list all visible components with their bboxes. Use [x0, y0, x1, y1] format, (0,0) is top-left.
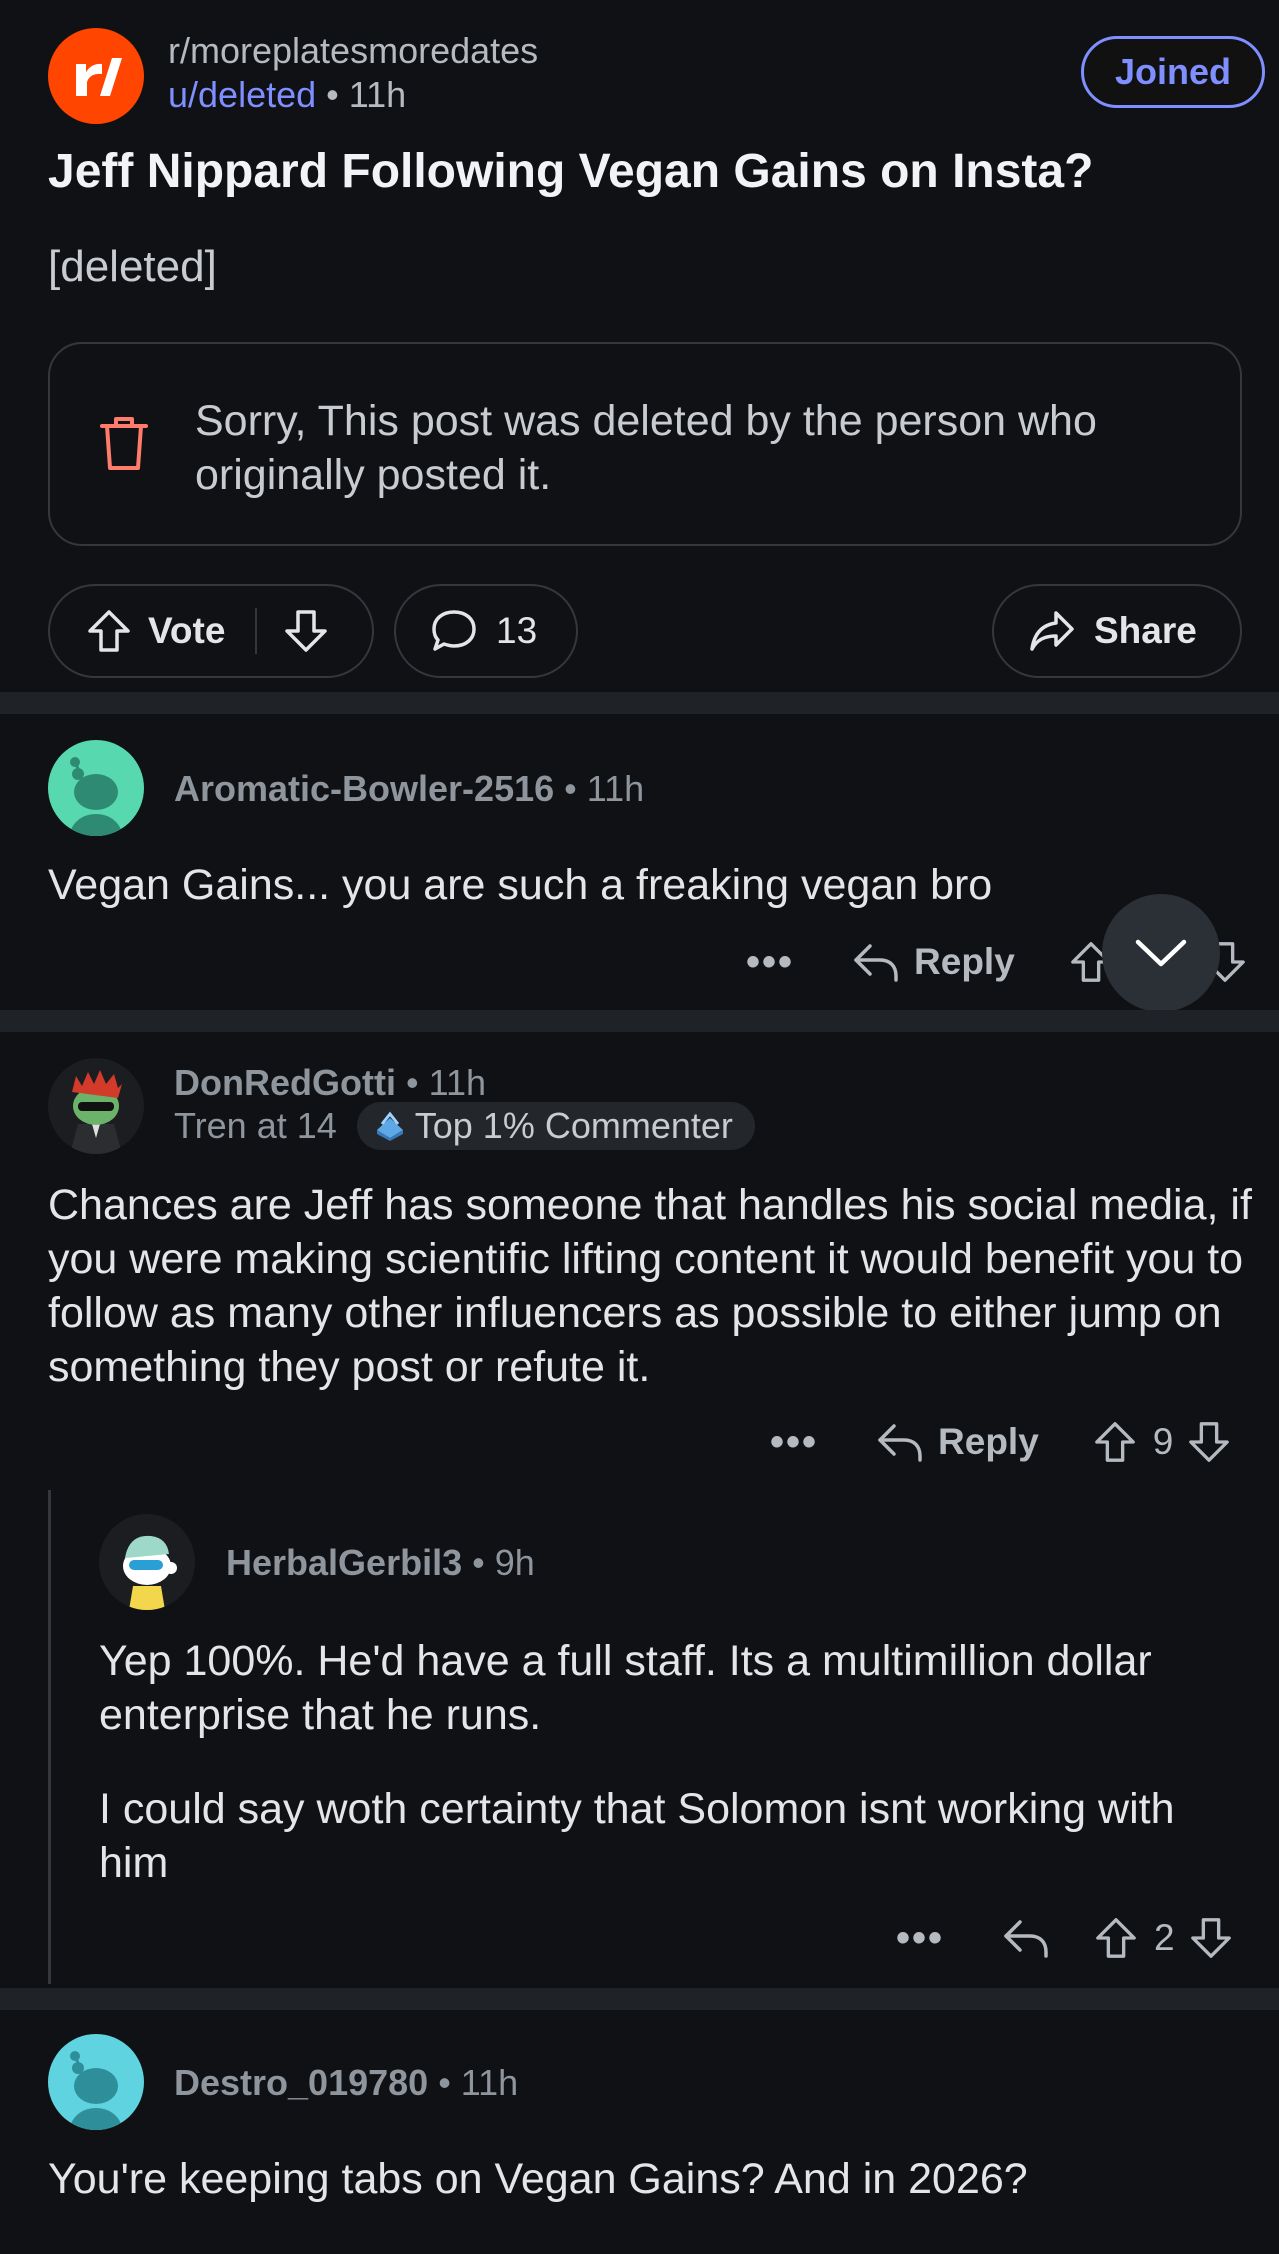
comment-body[interactable]: I could say woth certainty that Solomon …	[99, 1782, 1249, 1890]
comment-count: 13	[496, 610, 538, 651]
comment-time: • 11h	[564, 768, 645, 809]
comment-body[interactable]: Vegan Gains... you are such a freaking v…	[48, 858, 1238, 912]
upvote-icon	[1096, 1918, 1136, 1958]
share-label: Share	[1094, 610, 1197, 651]
reply-button[interactable]: Reply	[876, 1420, 1039, 1464]
reply-arrow-icon	[1004, 1920, 1048, 1958]
downvote-icon	[1190, 1918, 1231, 1958]
deleted-message: Sorry, This post was deleted by the pers…	[195, 397, 1097, 499]
avatar[interactable]	[48, 740, 144, 836]
downvote-icon[interactable]	[283, 608, 329, 654]
comment-time: • 11h	[405, 1062, 486, 1103]
reply-arrow-icon	[878, 1424, 922, 1462]
thread-line[interactable]	[48, 1490, 51, 1984]
comment-author[interactable]: HerbalGerbil3	[226, 1542, 462, 1583]
snoo-avatar-icon	[70, 1070, 122, 1154]
downvote-icon	[1189, 1422, 1230, 1462]
post-title[interactable]: Jeff Nippard Following Vegan Gains on In…	[48, 144, 1093, 199]
share-icon	[1030, 611, 1074, 651]
section-divider	[0, 1988, 1279, 2010]
avatar[interactable]	[48, 1058, 144, 1154]
joined-button[interactable]: Joined	[1081, 36, 1265, 108]
post-body: [deleted]	[48, 242, 217, 291]
vote-label: Vote	[148, 610, 226, 651]
comment-time: • 11h	[438, 2062, 519, 2103]
badge-label: Top 1% Commenter	[414, 1105, 733, 1146]
comment-downvote-button[interactable]	[1187, 1420, 1231, 1464]
comment-body[interactable]: You're keeping tabs on Vegan Gains? And …	[48, 2152, 1238, 2206]
post-author[interactable]: u/deleted	[168, 74, 316, 115]
vote-control: Vote	[48, 584, 374, 678]
comment-body[interactable]: Yep 100%. He'd have a full staff. Its a …	[99, 1634, 1249, 1742]
upvote-icon	[1094, 1422, 1135, 1462]
subreddit-name[interactable]: r/moreplatesmoredates	[168, 30, 538, 72]
scroll-to-next-button[interactable]	[1102, 894, 1220, 1012]
more-options-button[interactable]: •••	[746, 940, 794, 985]
comment-time: • 9h	[472, 1542, 535, 1583]
comment-author[interactable]: DonRedGotti	[174, 1062, 396, 1103]
share-button[interactable]: Share	[992, 584, 1242, 678]
post-action-bar: Vote 13 Share	[48, 584, 1242, 678]
comment-actions: ••• Reply 9	[770, 1412, 1231, 1472]
comment-author-row: Aromatic-Bowler-2516 • 11h	[174, 768, 644, 810]
top-commenter-badge[interactable]: Top 1% Commenter	[356, 1102, 755, 1150]
subreddit-icon[interactable]	[48, 28, 144, 124]
comment-score: 2	[1154, 1917, 1175, 1958]
avatar[interactable]	[99, 1514, 195, 1610]
trash-icon	[100, 417, 148, 470]
more-options-button[interactable]: •••	[770, 1420, 818, 1465]
chevron-down-icon	[1135, 939, 1187, 967]
comment-author-row: Destro_019780 • 11h	[174, 2062, 518, 2104]
section-divider	[0, 1010, 1279, 1032]
comment-body[interactable]: Chances are Jeff has someone that handle…	[48, 1178, 1253, 1394]
comment-actions: ••• 2	[896, 1908, 1233, 1968]
upvote-icon[interactable]	[86, 608, 132, 654]
reply-button[interactable]: Reply	[852, 940, 1015, 984]
section-divider	[0, 692, 1279, 714]
user-flair-row: Tren at 14 Top 1% Commenter	[174, 1102, 755, 1150]
reddit-post-page: r/moreplatesmoredates u/deleted • 11h Jo…	[0, 0, 1279, 2254]
snoo-avatar-icon	[70, 2051, 122, 2130]
avatar[interactable]	[48, 2034, 144, 2130]
snoo-avatar-icon	[123, 1535, 177, 1610]
post-time: 11h	[348, 74, 407, 115]
comment-upvote-button[interactable]	[1094, 1916, 1138, 1960]
comment-author[interactable]: Aromatic-Bowler-2516	[174, 768, 554, 809]
reply-label: Reply	[914, 941, 1015, 982]
snoo-avatar-icon	[70, 757, 122, 836]
meta-separator: •	[326, 74, 339, 115]
comment-score: 9	[1152, 1421, 1174, 1462]
reddit-r-slash-icon	[76, 58, 122, 96]
comment-upvote-button[interactable]	[1093, 1420, 1137, 1464]
top-commenter-icon	[376, 1111, 403, 1141]
vote-separator	[255, 608, 258, 654]
reply-arrow-icon	[854, 944, 898, 982]
user-flair: Tren at 14	[174, 1105, 337, 1146]
comment-downvote-button[interactable]	[1189, 1916, 1233, 1960]
comment-bubble-icon	[432, 610, 476, 651]
comments-button[interactable]: 13	[394, 584, 578, 678]
more-options-button[interactable]: •••	[896, 1916, 944, 1961]
comment-author-row: HerbalGerbil3 • 9h	[226, 1542, 535, 1584]
reply-button[interactable]	[1002, 1916, 1050, 1960]
post-meta: u/deleted • 11h	[168, 74, 406, 116]
deleted-notice: Sorry, This post was deleted by the pers…	[48, 342, 1242, 546]
comment-author-row: DonRedGotti • 11h	[174, 1062, 486, 1104]
reply-label: Reply	[938, 1421, 1039, 1462]
comment-author[interactable]: Destro_019780	[174, 2062, 428, 2103]
